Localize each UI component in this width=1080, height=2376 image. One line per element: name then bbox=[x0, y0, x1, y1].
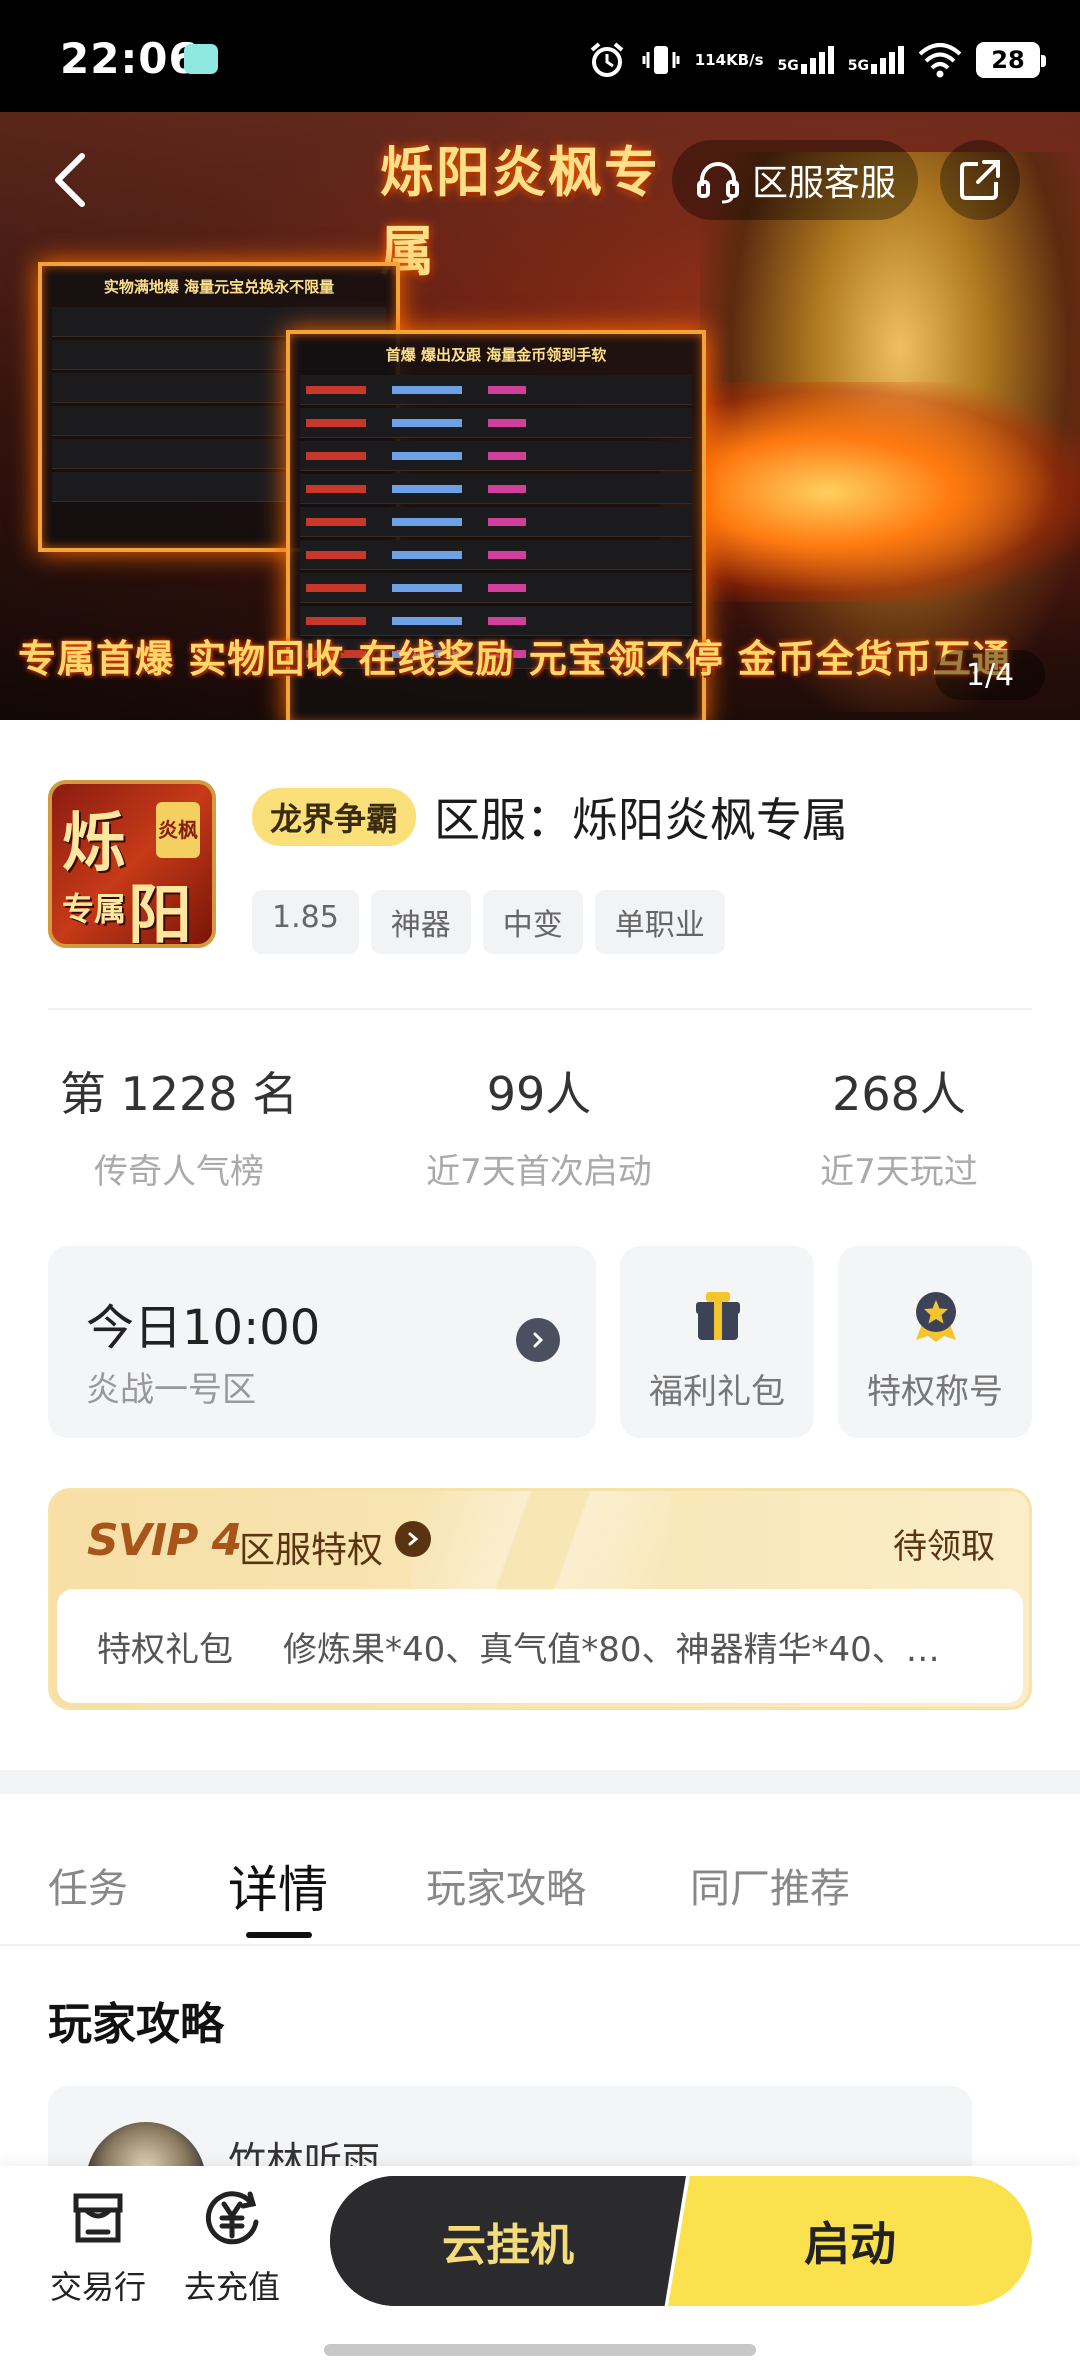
svip-gift-row[interactable]: 特权礼包 修炼果*40、真气值*80、神器精华*40、… bbox=[57, 1589, 1023, 1703]
svip-level: SVIP 4 bbox=[87, 1515, 242, 1566]
game-tag: 中变 bbox=[482, 890, 583, 954]
logo-char-3: 专属 bbox=[62, 890, 127, 928]
fire-effect bbox=[660, 382, 1080, 602]
customer-service-button[interactable]: 区服客服 bbox=[672, 140, 918, 220]
tab-player-guides[interactable]: 玩家攻略 bbox=[426, 1856, 586, 1914]
customer-service-label: 区服客服 bbox=[752, 163, 897, 204]
stat-label: 传奇人气榜 bbox=[94, 1152, 264, 1192]
stat-value: 99人 bbox=[486, 1067, 592, 1121]
banner-tagline: 专属首爆 实物回收 在线奖励 元宝领不停 金币全货币互通 bbox=[18, 637, 1011, 681]
stat-popularity-rank[interactable]: 第 1228 名 传奇人气榜 bbox=[14, 1058, 344, 1193]
banner-panel-left-title: 实物满地爆 海量元宝兑换永不限量 bbox=[103, 278, 335, 296]
cloud-idle-button[interactable]: 云挂机 bbox=[330, 2176, 686, 2306]
battery-icon: 28 bbox=[976, 42, 1046, 78]
share-button[interactable] bbox=[940, 140, 1020, 220]
svip-gift-desc: 修炼果*40、真气值*80、神器精华*40、… bbox=[283, 1629, 940, 1670]
share-icon bbox=[960, 160, 1000, 200]
logo-char-4: 阳 bbox=[128, 879, 192, 948]
headset-icon bbox=[697, 162, 739, 204]
home-indicator[interactable] bbox=[324, 2344, 756, 2356]
game-title-row: 龙界争霸 区服：烁阳炎枫专属 bbox=[252, 784, 848, 850]
stat-value: 268人 bbox=[832, 1067, 966, 1121]
privilege-title-card[interactable]: 特权称号 bbox=[838, 1246, 1032, 1438]
divider bbox=[48, 1008, 1032, 1010]
server-open-time: 今日10:00 bbox=[86, 1300, 321, 1356]
game-title: 区服：烁阳炎枫专属 bbox=[434, 793, 849, 847]
net-speed-unit: KB/s bbox=[726, 51, 764, 69]
status-icons: 114 KB/s 5G 5G 28 bbox=[587, 30, 1046, 90]
server-open-card[interactable]: 今日10:00 炎战一号区 bbox=[48, 1246, 596, 1438]
welfare-gift-label: 福利礼包 bbox=[649, 1372, 785, 1412]
yuan-coin-icon bbox=[205, 2191, 259, 2245]
app-notification-icon bbox=[184, 44, 218, 74]
stat-label: 近7天玩过 bbox=[820, 1152, 978, 1192]
divider bbox=[0, 1944, 1080, 1946]
shop-icon bbox=[73, 2193, 123, 2243]
svip-title: 区服特权 bbox=[239, 1530, 384, 1571]
tab-same-publisher[interactable]: 同厂推荐 bbox=[690, 1856, 850, 1914]
game-tag: 1.85 bbox=[252, 890, 359, 954]
category-tag[interactable]: 龙界争霸 bbox=[252, 788, 417, 846]
recharge-button[interactable]: 去充值 bbox=[172, 2186, 292, 2308]
game-logo: 烁 炎枫 专属 阳 bbox=[48, 780, 216, 948]
recharge-label: 去充值 bbox=[183, 2268, 280, 2306]
logo-char-1: 烁 bbox=[62, 807, 126, 881]
stat-value: 第 1228 名 bbox=[59, 1067, 299, 1121]
stat-played: 268人 近7天玩过 bbox=[734, 1058, 1064, 1193]
signal-label-1: 5G bbox=[777, 58, 799, 74]
chevron-right-icon bbox=[516, 1318, 560, 1362]
signal-icon-1: 5G bbox=[778, 46, 834, 74]
signal-label-2: 5G bbox=[847, 58, 869, 74]
chevron-left-icon bbox=[55, 153, 85, 207]
svip-privilege-box[interactable]: SVIP 4 区服特权 待领取 特权礼包 修炼果*40、真气值*80、神器精华*… bbox=[48, 1488, 1032, 1710]
trade-label: 交易行 bbox=[49, 2268, 146, 2306]
stat-label: 近7天首次启动 bbox=[426, 1152, 652, 1192]
game-tag: 神器 bbox=[370, 890, 471, 954]
section-title-guides: 玩家攻略 bbox=[48, 1999, 224, 2050]
svip-gift-label: 特权礼包 bbox=[97, 1629, 233, 1670]
tab-indicator bbox=[246, 1932, 312, 1938]
server-name: 炎战一号区 bbox=[86, 1370, 256, 1410]
alarm-icon bbox=[587, 40, 627, 80]
stat-first-launch: 99人 近7天首次启动 bbox=[374, 1058, 704, 1193]
banner-carousel[interactable]: 烁阳炎枫专属 实物满地爆 海量元宝兑换永不限量 首爆 爆出及跟 海量金币领到手软… bbox=[0, 112, 1080, 720]
gift-box-icon bbox=[696, 1292, 740, 1340]
privilege-title-label: 特权称号 bbox=[867, 1372, 1003, 1412]
banner-page-indicator: 1/4 bbox=[935, 650, 1045, 700]
star-medal-icon bbox=[916, 1292, 956, 1342]
vibrate-icon bbox=[641, 40, 681, 80]
tab-details[interactable]: 详情 bbox=[228, 1850, 328, 1922]
logo-badge: 炎枫 bbox=[156, 802, 200, 858]
status-time: 22:06 bbox=[60, 34, 199, 83]
chevron-right-icon bbox=[395, 1521, 431, 1557]
wifi-icon bbox=[918, 42, 962, 78]
tab-tasks[interactable]: 任务 bbox=[48, 1856, 128, 1914]
trade-button[interactable]: 交易行 bbox=[38, 2186, 158, 2308]
game-tags: 1.85 神器 中变 单职业 bbox=[252, 890, 725, 954]
net-speed-value: 114 bbox=[694, 51, 727, 69]
banner-panel-right-title: 首爆 爆出及跟 海量金币领到手软 bbox=[385, 346, 607, 364]
svip-claim-status[interactable]: 待领取 bbox=[893, 1519, 995, 1568]
status-bar: 22:06 114 KB/s 5G 5G 28 bbox=[0, 0, 1080, 112]
signal-icon-2: 5G bbox=[848, 46, 904, 74]
launch-button[interactable]: 启动 bbox=[668, 2176, 1032, 2306]
welfare-gift-card[interactable]: 福利礼包 bbox=[620, 1246, 814, 1438]
banner-title: 烁阳炎枫专属 bbox=[380, 141, 660, 283]
net-speed: 114 KB/s bbox=[695, 52, 764, 68]
game-tag: 单职业 bbox=[594, 890, 725, 954]
back-button[interactable] bbox=[40, 150, 100, 210]
